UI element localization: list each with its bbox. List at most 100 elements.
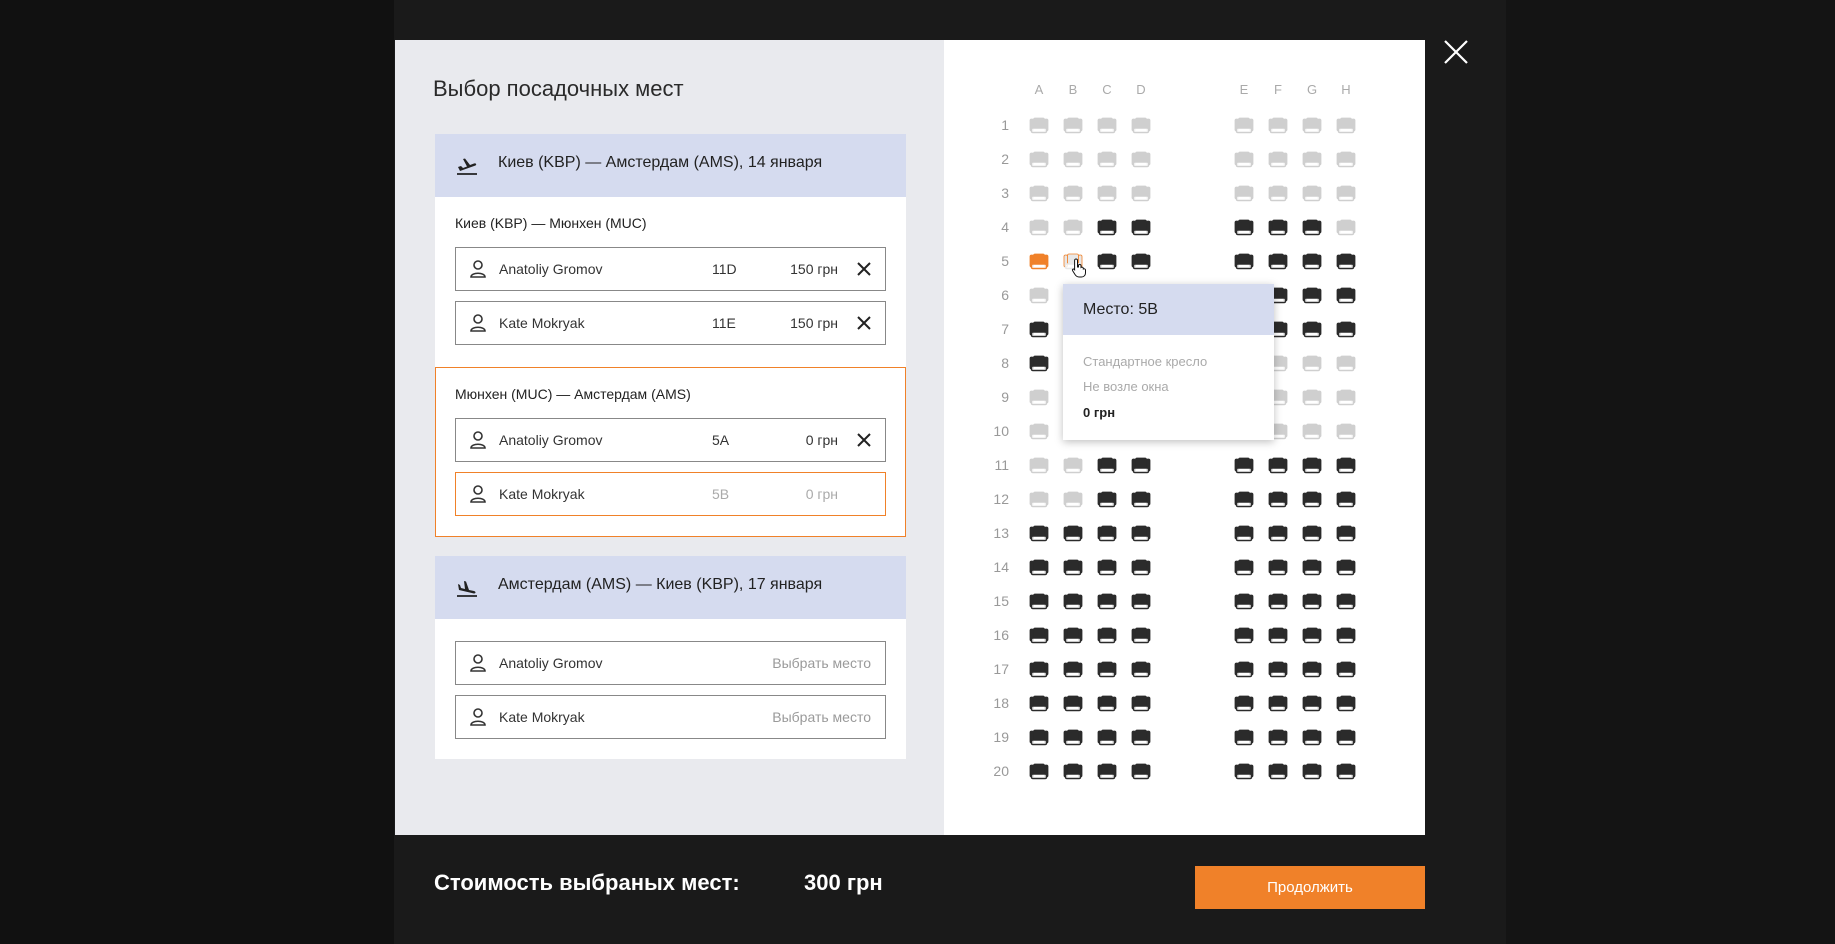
passenger-row-active[interactable]: Kate Mokryak 5B 0 грн bbox=[455, 472, 886, 516]
tooltip-window-info: Не возле окна bbox=[1083, 379, 1169, 394]
passenger-row[interactable]: Kate Mokryak Выбрать место bbox=[455, 695, 886, 739]
seat-occupied bbox=[1302, 591, 1322, 611]
seat-occupied bbox=[1097, 251, 1117, 271]
seat-available[interactable] bbox=[1063, 149, 1083, 169]
passenger-row[interactable]: Anatoliy Gromov Выбрать место bbox=[455, 641, 886, 685]
seat-available[interactable] bbox=[1268, 149, 1288, 169]
row-number: 19 bbox=[993, 729, 1009, 745]
seat-occupied bbox=[1063, 761, 1083, 781]
seat-available[interactable] bbox=[1063, 183, 1083, 203]
seat-available[interactable] bbox=[1336, 115, 1356, 135]
column-letter: B bbox=[1068, 82, 1078, 97]
seat-occupied bbox=[1063, 727, 1083, 747]
passenger-name: Anatoliy Gromov bbox=[499, 655, 603, 671]
seat-occupied bbox=[1131, 489, 1151, 509]
return-leg-title: Амстердам (AMS) — Киев (KBP), 17 января bbox=[498, 576, 823, 593]
seat-available[interactable] bbox=[1063, 217, 1083, 237]
seat-selected[interactable] bbox=[1029, 251, 1049, 271]
column-letter: F bbox=[1274, 82, 1282, 97]
seat-available[interactable] bbox=[1302, 421, 1322, 441]
outbound-leg-header: Киев (KBP) — Амстердам (AMS), 14 января bbox=[435, 134, 906, 197]
segment-title: Мюнхен (MUC) — Амстердам (AMS) bbox=[455, 386, 691, 402]
seat-occupied bbox=[1336, 455, 1356, 475]
seat-occupied bbox=[1029, 523, 1049, 543]
seat-available[interactable] bbox=[1336, 421, 1356, 441]
column-letter: E bbox=[1239, 82, 1249, 97]
seat-available[interactable] bbox=[1302, 387, 1322, 407]
continue-button[interactable]: Продолжить bbox=[1195, 866, 1425, 909]
seat-available[interactable] bbox=[1029, 183, 1049, 203]
seat-occupied bbox=[1234, 659, 1254, 679]
seat-occupied bbox=[1234, 761, 1254, 781]
seat-available[interactable] bbox=[1029, 489, 1049, 509]
remove-seat-icon[interactable] bbox=[855, 314, 873, 332]
seat-available[interactable] bbox=[1336, 149, 1356, 169]
seat-available[interactable] bbox=[1302, 149, 1322, 169]
seat-occupied bbox=[1302, 761, 1322, 781]
seat-available[interactable] bbox=[1268, 183, 1288, 203]
seat-occupied bbox=[1029, 319, 1049, 339]
seat-occupied bbox=[1336, 251, 1356, 271]
passenger-seat: 11E bbox=[712, 315, 736, 331]
row-number: 16 bbox=[993, 627, 1009, 643]
seat-available[interactable] bbox=[1029, 115, 1049, 135]
seat-available[interactable] bbox=[1029, 455, 1049, 475]
seat-available[interactable] bbox=[1097, 149, 1117, 169]
row-number: 12 bbox=[993, 491, 1009, 507]
seat-available[interactable] bbox=[1097, 183, 1117, 203]
passenger-seat-price: 0 грн bbox=[805, 486, 838, 502]
seat-available[interactable] bbox=[1029, 285, 1049, 305]
seat-occupied bbox=[1336, 523, 1356, 543]
seat-available[interactable] bbox=[1302, 115, 1322, 135]
seat-available[interactable] bbox=[1302, 353, 1322, 373]
passenger-row[interactable]: Anatoliy Gromov 5A 0 грн bbox=[455, 418, 886, 462]
remove-seat-icon[interactable] bbox=[855, 431, 873, 449]
seat-occupied bbox=[1131, 523, 1151, 543]
seat-available[interactable] bbox=[1131, 183, 1151, 203]
passenger-seat-price: 150 грн bbox=[790, 261, 838, 277]
seat-available[interactable] bbox=[1336, 183, 1356, 203]
person-icon bbox=[470, 431, 486, 449]
person-icon bbox=[470, 485, 486, 503]
tooltip-seat-type: Стандартное кресло bbox=[1083, 354, 1208, 369]
choose-seat-link[interactable]: Выбрать место bbox=[772, 655, 871, 671]
row-number: 18 bbox=[993, 695, 1009, 711]
seat-occupied bbox=[1029, 353, 1049, 373]
row-number: 3 bbox=[1001, 185, 1009, 201]
close-icon[interactable] bbox=[1440, 36, 1472, 68]
seat-occupied bbox=[1097, 659, 1117, 679]
row-number: 4 bbox=[1001, 219, 1009, 235]
seat-available[interactable] bbox=[1131, 149, 1151, 169]
seat-available[interactable] bbox=[1131, 115, 1151, 135]
seat-available[interactable] bbox=[1234, 183, 1254, 203]
seat-available[interactable] bbox=[1063, 115, 1083, 135]
row-number: 17 bbox=[993, 661, 1009, 677]
choose-seat-link[interactable]: Выбрать место bbox=[772, 709, 871, 725]
seat-available[interactable] bbox=[1234, 115, 1254, 135]
seat-available[interactable] bbox=[1063, 489, 1083, 509]
seat-available[interactable] bbox=[1029, 149, 1049, 169]
seat-available[interactable] bbox=[1336, 217, 1356, 237]
seat-available[interactable] bbox=[1302, 183, 1322, 203]
seat-available[interactable] bbox=[1336, 353, 1356, 373]
seat-available[interactable] bbox=[1336, 387, 1356, 407]
seat-available[interactable] bbox=[1029, 387, 1049, 407]
remove-seat-icon[interactable] bbox=[855, 260, 873, 278]
total-value: 300 грн bbox=[804, 870, 883, 895]
seat-occupied bbox=[1063, 591, 1083, 611]
passenger-row[interactable]: Anatoliy Gromov 11D 150 грн bbox=[455, 247, 886, 291]
seat-available[interactable] bbox=[1097, 115, 1117, 135]
seat-available[interactable] bbox=[1234, 149, 1254, 169]
seat-occupied bbox=[1131, 693, 1151, 713]
seat-available[interactable] bbox=[1268, 115, 1288, 135]
seat-occupied bbox=[1029, 761, 1049, 781]
seat-occupied bbox=[1029, 557, 1049, 577]
seat-occupied bbox=[1302, 523, 1322, 543]
passenger-row[interactable]: Kate Mokryak 11E 150 грн bbox=[455, 301, 886, 345]
seat-occupied bbox=[1063, 523, 1083, 543]
seat-occupied bbox=[1097, 557, 1117, 577]
person-icon bbox=[470, 654, 486, 672]
seat-available[interactable] bbox=[1063, 455, 1083, 475]
seat-available[interactable] bbox=[1029, 421, 1049, 441]
seat-available[interactable] bbox=[1029, 217, 1049, 237]
